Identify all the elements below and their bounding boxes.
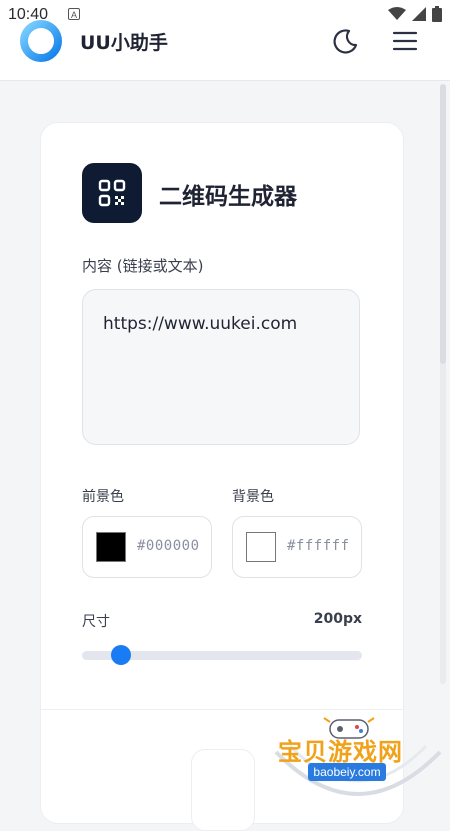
app-title: UU小助手 [80, 32, 168, 54]
scrollbar-thumb[interactable] [440, 84, 446, 364]
background-swatch[interactable] [246, 532, 276, 562]
status-icons [388, 6, 442, 22]
foreground-swatch[interactable] [96, 532, 126, 562]
background-hex[interactable]: #ffffff [287, 538, 350, 554]
watermark-url: baobeiy.com [308, 763, 386, 781]
ring-logo-icon [20, 20, 62, 62]
foreground-color-label: 前景色 [82, 489, 124, 505]
foreground-hex[interactable]: #000000 [137, 538, 200, 554]
battery-icon [432, 6, 442, 22]
tool-title: 二维码生成器 [159, 184, 297, 210]
background-color-picker[interactable]: #ffffff [232, 516, 362, 578]
wifi-icon [388, 7, 406, 20]
size-slider-thumb[interactable] [111, 645, 132, 665]
hamburger-menu-icon[interactable] [390, 26, 420, 56]
status-badge: A [68, 8, 80, 20]
size-label: 尺寸 [82, 614, 110, 630]
moon-icon[interactable] [330, 26, 360, 56]
background-color-label: 背景色 [232, 489, 274, 505]
app-header: 10:40 A UU小助手 [0, 0, 450, 81]
signal-icon [412, 7, 426, 21]
qr-preview-frame [191, 749, 255, 831]
content-textarea[interactable] [82, 289, 360, 445]
watermark-title: 宝贝游戏网 [278, 738, 403, 766]
qr-code-icon [82, 163, 142, 223]
content-label: 内容 (链接或文本) [82, 257, 204, 275]
size-value: 200px [313, 611, 362, 627]
foreground-color-picker[interactable]: #000000 [82, 516, 212, 578]
